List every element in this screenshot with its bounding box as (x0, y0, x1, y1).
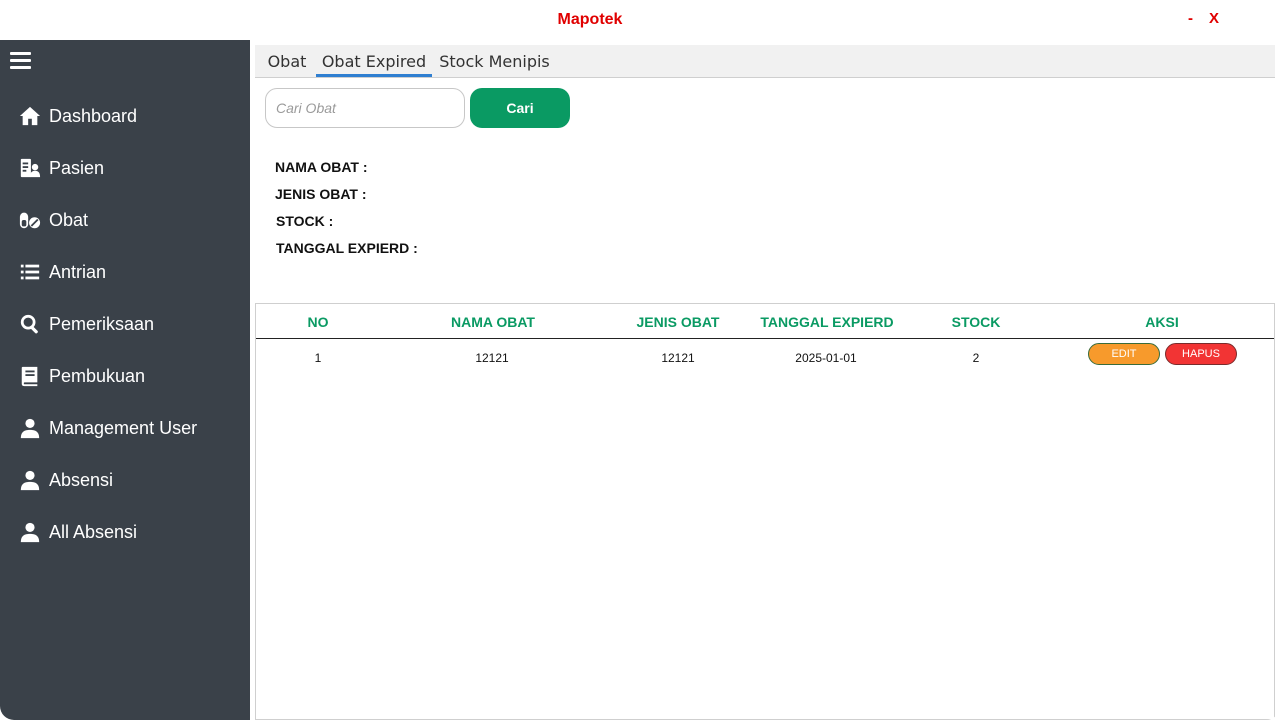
nama-obat-label: NAMA OBAT : (275, 159, 368, 175)
app-window: Mapotek - X Dashboard Pasien Obat Antria… (0, 0, 1280, 720)
minimize-button[interactable]: - (1188, 10, 1193, 27)
user-icon (19, 417, 41, 439)
sidebar-item-label: Pemeriksaan (49, 313, 155, 334)
tab-stock-menipis[interactable]: Stock Menipis (437, 45, 552, 77)
close-button[interactable]: X (1209, 10, 1219, 27)
cell-nama-obat: 12121 (475, 351, 509, 365)
book-icon (19, 365, 41, 387)
user-icon (19, 521, 41, 543)
patient-icon (19, 157, 41, 179)
sidebar-item-pasien[interactable]: Pasien (0, 146, 250, 190)
cell-no: 1 (314, 351, 322, 365)
sidebar-item-label: Pembukuan (49, 365, 146, 386)
sidebar-item-label: Obat (49, 209, 89, 230)
delete-button[interactable]: HAPUS (1165, 343, 1237, 365)
sidebar-item-label: Absensi (49, 469, 114, 490)
column-header-nama-obat: NAMA OBAT (451, 314, 535, 330)
sidebar-item-label: All Absensi (49, 521, 138, 542)
sidebar-item-dashboard[interactable]: Dashboard (0, 94, 250, 138)
jenis-obat-label: JENIS OBAT : (275, 186, 367, 202)
pills-icon (19, 209, 41, 231)
sidebar-item-pemeriksaan[interactable]: Pemeriksaan (0, 302, 250, 346)
sidebar-item-obat[interactable]: Obat (0, 198, 250, 242)
hamburger-menu-icon[interactable] (10, 52, 31, 69)
column-header-jenis-obat: JENIS OBAT (636, 314, 720, 330)
main-content: Obat Obat Expired Stock Menipis Cari NAM… (250, 40, 1280, 720)
home-icon (19, 105, 41, 127)
tab-obat-expired[interactable]: Obat Expired (316, 45, 432, 77)
sidebar-item-label: Pasien (49, 157, 105, 178)
sidebar: Dashboard Pasien Obat Antrian Pemeriksaa (0, 40, 250, 720)
user-icon (19, 469, 41, 491)
sidebar-item-management-user[interactable]: Management User (0, 406, 250, 450)
column-header-tanggal-expierd: TANGGAL EXPIERD (760, 314, 894, 330)
tab-bar: Obat Obat Expired Stock Menipis (255, 45, 1275, 78)
list-icon (19, 261, 41, 283)
search-icon (19, 313, 41, 335)
app-title: Mapotek (557, 11, 623, 28)
tab-obat[interactable]: Obat (260, 45, 314, 77)
cell-tanggal-expierd: 2025-01-01 (795, 351, 857, 365)
edit-button[interactable]: EDIT (1088, 343, 1160, 365)
sidebar-item-absensi[interactable]: Absensi (0, 458, 250, 502)
search-button[interactable]: Cari (470, 88, 570, 128)
cell-stock: 2 (972, 351, 980, 365)
table-row[interactable]: 1 12121 12121 2025-01-01 2 EDIT HAPUS (256, 340, 1274, 372)
sidebar-item-all-absensi[interactable]: All Absensi (0, 510, 250, 554)
table-header: NO NAMA OBAT JENIS OBAT TANGGAL EXPIERD … (256, 304, 1274, 339)
column-header-stock: STOCK (951, 314, 1001, 330)
column-header-no: NO (307, 314, 329, 330)
stock-label: STOCK : (276, 213, 334, 229)
sidebar-item-pembukuan[interactable]: Pembukuan (0, 354, 250, 398)
sidebar-item-label: Dashboard (49, 105, 138, 126)
search-input[interactable] (265, 88, 465, 128)
title-bar: Mapotek - X (0, 0, 1280, 40)
expired-medicine-table: NO NAMA OBAT JENIS OBAT TANGGAL EXPIERD … (255, 303, 1275, 720)
sidebar-item-label: Antrian (49, 261, 107, 282)
sidebar-item-label: Management User (49, 417, 198, 438)
cell-jenis-obat: 12121 (661, 351, 695, 365)
tanggal-expierd-label: TANGGAL EXPIERD : (276, 240, 418, 256)
column-header-aksi: AKSI (1145, 314, 1179, 330)
sidebar-item-antrian[interactable]: Antrian (0, 250, 250, 294)
